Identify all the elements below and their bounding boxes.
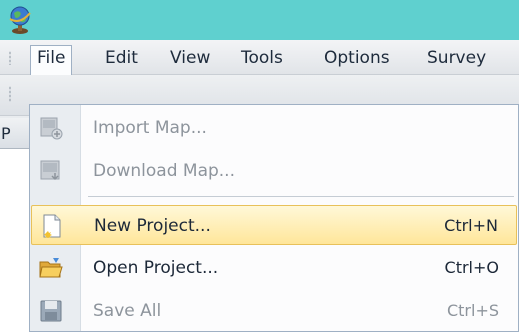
toolbar-grip[interactable] — [9, 86, 11, 102]
menu-view[interactable]: View — [164, 46, 216, 70]
menu-item-new-project[interactable]: New Project... Ctrl+N — [31, 205, 517, 245]
menu-options[interactable]: Options — [318, 46, 396, 70]
menu-survey[interactable]: Survey — [421, 46, 492, 70]
application-window: File Edit View Tools Options Survey P Im… — [0, 0, 519, 332]
menu-item-label: Download Map... — [93, 161, 235, 181]
globe-app-icon[interactable] — [7, 5, 33, 35]
project-panel-body — [0, 148, 31, 332]
menu-item-save-all[interactable]: Save All Ctrl+S — [31, 291, 517, 331]
open-folder-icon — [39, 258, 63, 278]
import-map-icon — [40, 117, 63, 140]
menu-item-open-project[interactable]: Open Project... Ctrl+O — [31, 248, 517, 288]
save-icon — [40, 300, 62, 322]
menu-item-import-map[interactable]: Import Map... — [31, 108, 517, 148]
new-project-icon — [43, 214, 61, 238]
menu-file[interactable]: File — [30, 45, 73, 75]
menu-tools[interactable]: Tools — [235, 46, 289, 70]
title-bar — [0, 0, 519, 40]
project-panel-title: P — [1, 124, 11, 143]
menu-edit[interactable]: Edit — [99, 46, 144, 70]
menubar-grip[interactable] — [9, 51, 11, 65]
download-map-icon — [40, 160, 60, 181]
menu-separator — [88, 196, 514, 197]
menu-item-shortcut: Ctrl+O — [444, 258, 499, 277]
menu-item-label: Import Map... — [93, 118, 207, 138]
menu-item-shortcut: Ctrl+S — [446, 301, 499, 320]
menu-item-shortcut: Ctrl+N — [444, 216, 498, 235]
menu-bar: File Edit View Tools Options Survey — [0, 40, 519, 75]
menu-item-label: New Project... — [94, 216, 211, 236]
menu-item-label: Open Project... — [93, 258, 219, 278]
menu-item-label: Save All — [93, 301, 162, 321]
menu-item-download-map[interactable]: Download Map... — [31, 151, 517, 191]
file-menu-dropdown: Import Map... Download Map... New Projec… — [29, 104, 519, 332]
